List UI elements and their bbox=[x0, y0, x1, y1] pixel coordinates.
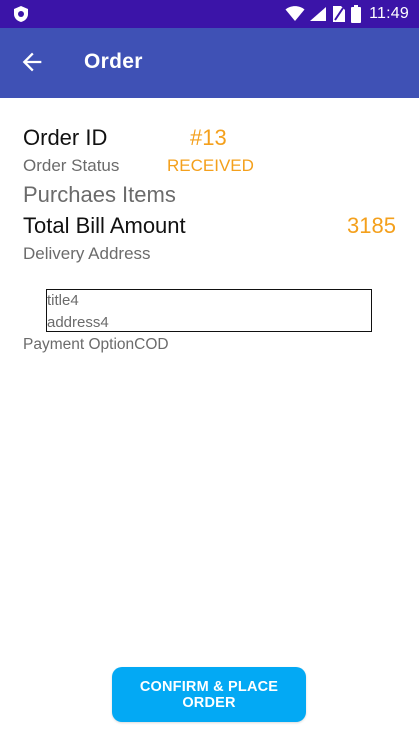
address-title: title4 bbox=[47, 292, 79, 309]
address-line: address4 bbox=[47, 314, 109, 331]
address-card[interactable]: title4 address4 bbox=[46, 289, 372, 332]
app-shield-icon bbox=[14, 6, 28, 22]
purchase-items-label: Purchaes Items bbox=[23, 182, 176, 207]
delivery-address-label: Delivery Address bbox=[23, 244, 151, 263]
status-time: 11:49 bbox=[369, 5, 409, 22]
page-title: Order bbox=[84, 50, 143, 73]
payment-option-label: Payment Option bbox=[23, 336, 135, 353]
signal-icon bbox=[310, 7, 327, 21]
battery-icon bbox=[351, 5, 362, 23]
back-arrow-icon[interactable] bbox=[18, 48, 46, 76]
total-bill-value: 3185 bbox=[347, 213, 396, 238]
order-status-value: RECEIVED bbox=[167, 156, 254, 175]
status-bar: 11:49 bbox=[0, 0, 419, 28]
payment-option-value: COD bbox=[134, 336, 169, 353]
payment-option: Payment OptionCOD bbox=[23, 336, 169, 354]
status-icons: 11:49 bbox=[285, 0, 409, 28]
app-bar: Order bbox=[0, 28, 419, 98]
order-status-label: Order Status bbox=[23, 156, 120, 175]
total-bill-label: Total Bill Amount bbox=[23, 213, 186, 238]
order-id-label: Order ID bbox=[23, 125, 108, 150]
no-sim-icon bbox=[333, 6, 346, 22]
wifi-icon bbox=[285, 6, 305, 21]
order-id-value: #13 bbox=[190, 125, 227, 150]
confirm-place-order-button[interactable]: CONFIRM & PLACE ORDER bbox=[112, 667, 306, 722]
